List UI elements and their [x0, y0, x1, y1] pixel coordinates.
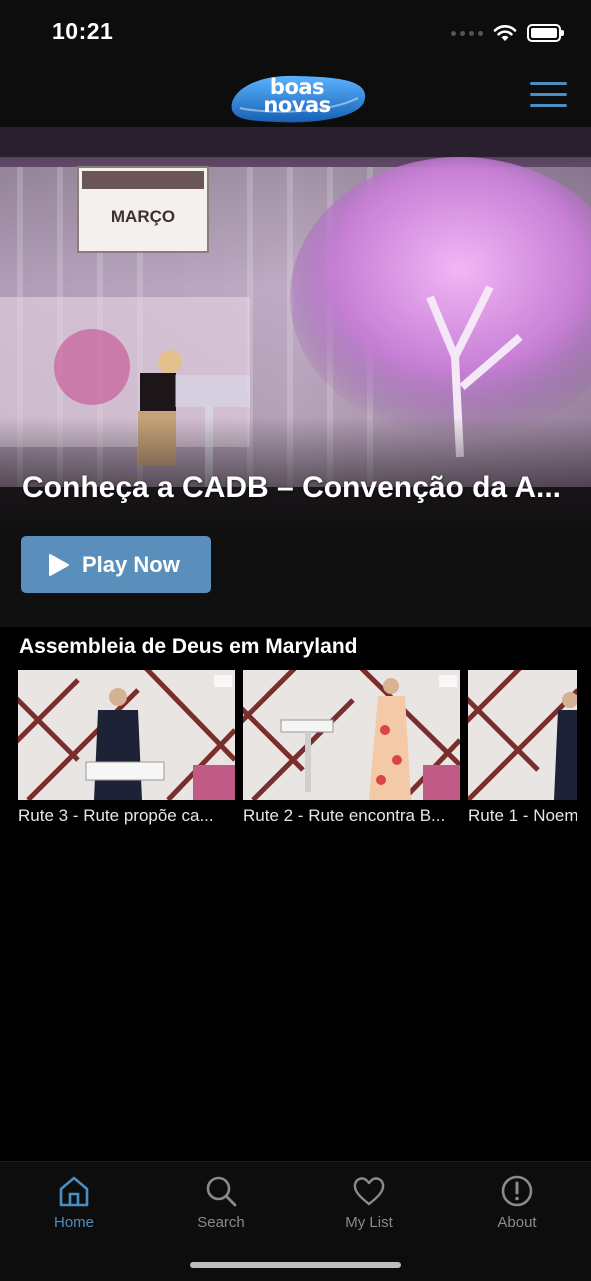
video-card[interactable]: Rute 2 - Rute encontra B... — [243, 670, 460, 826]
hero-sign-text: MARÇO — [110, 207, 176, 226]
hero-banner[interactable]: MARÇO Conheça a CADB – Convenção da A...… — [0, 127, 591, 627]
logo-line-2: novas — [263, 93, 331, 117]
tab-my-list[interactable]: My List — [314, 1174, 424, 1231]
play-now-label: Play Now — [82, 551, 180, 577]
status-time: 10:21 — [52, 18, 114, 44]
play-icon — [49, 553, 69, 576]
wifi-icon — [493, 25, 517, 41]
info-icon — [501, 1175, 533, 1207]
status-icons — [451, 22, 564, 44]
category-section: Assembleia de Deus em Maryland Rute 3 - … — [0, 627, 591, 847]
video-thumbnail — [243, 670, 460, 800]
boas-novas-logo[interactable]: boas novas — [226, 70, 368, 124]
home-icon — [59, 1176, 89, 1207]
tab-home[interactable]: Home — [19, 1174, 129, 1231]
play-now-button[interactable]: Play Now — [21, 536, 211, 593]
signal-icon — [451, 30, 483, 36]
status-bar: 10:21 — [0, 0, 591, 64]
video-title: Rute 3 - Rute propõe ca... — [18, 806, 214, 825]
tab-search[interactable]: Search — [166, 1174, 276, 1231]
tab-about-label: About — [497, 1214, 537, 1231]
logo-text: boas novas — [226, 77, 368, 117]
tab-search-label: Search — [197, 1214, 245, 1231]
video-carousel[interactable]: Rute 3 - Rute propõe ca... Rute 2 - Rute… — [18, 670, 577, 840]
app-header: boas novas — [0, 64, 591, 127]
tab-home-label: Home — [53, 1214, 94, 1231]
video-title: Rute 1 - Noemi... — [468, 806, 577, 825]
battery-icon — [527, 24, 564, 42]
menu-icon — [530, 82, 567, 85]
video-thumbnail — [468, 670, 577, 800]
heart-icon — [353, 1177, 385, 1206]
video-thumbnail — [18, 670, 235, 800]
menu-button[interactable] — [530, 82, 567, 110]
hero-title: Conheça a CADB – Convenção da A... — [22, 471, 562, 504]
home-indicator — [190, 1262, 401, 1268]
search-icon — [206, 1176, 237, 1207]
tab-about[interactable]: About — [462, 1174, 572, 1231]
video-card[interactable]: Rute 3 - Rute propõe ca... — [18, 670, 235, 826]
section-title: Assembleia de Deus em Maryland — [19, 635, 358, 658]
video-card[interactable]: Rute 1 - Noemi... — [468, 670, 577, 826]
tab-my-list-label: My List — [345, 1214, 393, 1231]
video-title: Rute 2 - Rute encontra B... — [243, 806, 446, 825]
